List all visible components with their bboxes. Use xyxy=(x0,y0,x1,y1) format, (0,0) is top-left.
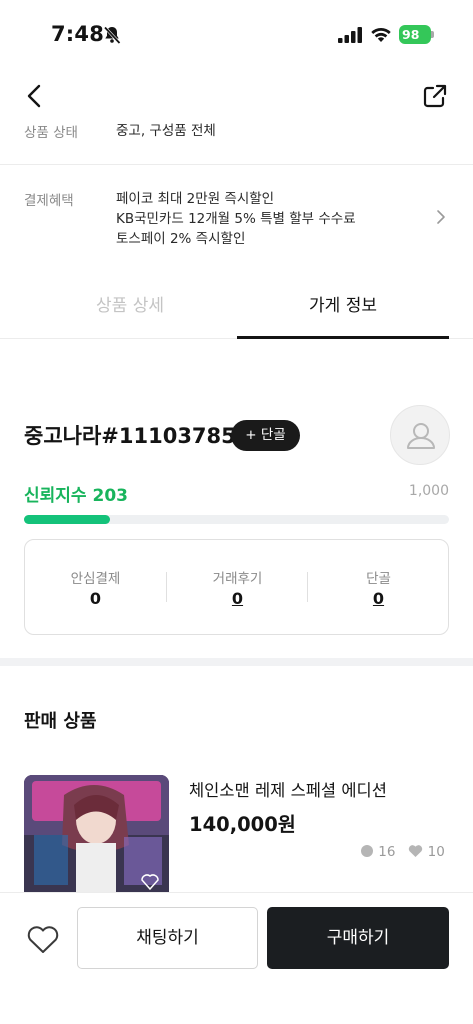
tab-active-indicator xyxy=(237,336,449,339)
store-name: 중고나라#11103785 xyxy=(24,424,236,448)
trust-max: 1,000 xyxy=(408,483,449,499)
product-thumbnail[interactable] xyxy=(24,775,169,892)
stat-value[interactable]: 0 xyxy=(167,589,308,608)
stat-label: 단골 xyxy=(366,571,391,587)
divider xyxy=(0,164,473,165)
user-icon xyxy=(407,423,435,449)
share-icon[interactable] xyxy=(421,82,449,110)
stat-regulars[interactable]: 단골 0 xyxy=(308,540,449,634)
product-price: 140,000원 xyxy=(189,813,296,836)
stat-label: 거래후기 xyxy=(212,571,263,587)
chevron-right-icon[interactable] xyxy=(434,208,448,226)
buy-button[interactable]: 구매하기 xyxy=(267,907,449,969)
stat-reviews[interactable]: 거래후기 0 xyxy=(167,540,308,634)
bell-muted-icon xyxy=(103,26,121,45)
tab-product-detail[interactable]: 상품 상세 xyxy=(24,284,236,339)
trust-progress-bar xyxy=(24,515,449,524)
like-count: 10 xyxy=(427,844,445,860)
status-time: 7:48 xyxy=(51,22,105,46)
chat-button[interactable]: 채팅하기 xyxy=(77,907,258,969)
signal-icon xyxy=(338,27,362,43)
trust-score-value: 203 xyxy=(92,486,128,506)
stat-label: 안심결제 xyxy=(70,571,121,587)
benefit-item: 토스페이 2% 즉시할인 xyxy=(116,231,246,247)
wifi-icon xyxy=(371,28,391,42)
condition-value: 중고, 구성품 전체 xyxy=(116,123,216,139)
stat-value[interactable]: 0 xyxy=(308,589,449,608)
tab-store-info[interactable]: 가게 정보 xyxy=(237,284,449,339)
trust-score-label: 신뢰지수 203 xyxy=(24,481,128,506)
trust-progress-fill xyxy=(24,515,111,524)
chat-bubble-icon xyxy=(361,845,373,857)
benefit-list: 페이코 최대 2만원 즉시할인 KB국민카드 12개월 5% 특별 할부 수수료… xyxy=(116,189,356,249)
heart-outline-icon[interactable] xyxy=(26,925,60,955)
avatar[interactable] xyxy=(390,405,450,465)
battery-level: 98 xyxy=(399,25,431,44)
condition-label: 상품 상태 xyxy=(24,125,78,141)
battery-indicator: 98 xyxy=(399,25,434,44)
stat-safe-payment: 안심결제 0 xyxy=(25,540,166,634)
chat-count: 16 xyxy=(378,844,396,860)
benefit-label: 결제혜택 xyxy=(24,193,74,209)
status-bar: 7:48 98 xyxy=(0,0,473,62)
stat-value: 0 xyxy=(89,589,102,608)
product-title[interactable]: 체인소맨 레제 스페셜 에디션 xyxy=(189,777,387,801)
store-stats: 안심결제 0 거래후기 0 단골 0 xyxy=(24,539,449,635)
trust-label-text: 신뢰지수 xyxy=(24,486,87,506)
back-arrow-icon[interactable] xyxy=(22,82,48,110)
benefit-item: 페이코 최대 2만원 즉시할인 xyxy=(116,191,275,207)
add-regular-button[interactable]: + 단골 xyxy=(231,420,300,451)
product-meta: 16 10 xyxy=(360,844,445,860)
heart-icon xyxy=(409,845,423,857)
battery-cap xyxy=(431,31,434,38)
product-cover-image xyxy=(24,775,169,892)
benefit-item: KB국민카드 12개월 5% 특별 할부 수수료 xyxy=(116,211,356,227)
selling-section-title: 판매 상품 xyxy=(24,711,97,732)
section-gap xyxy=(0,658,473,666)
